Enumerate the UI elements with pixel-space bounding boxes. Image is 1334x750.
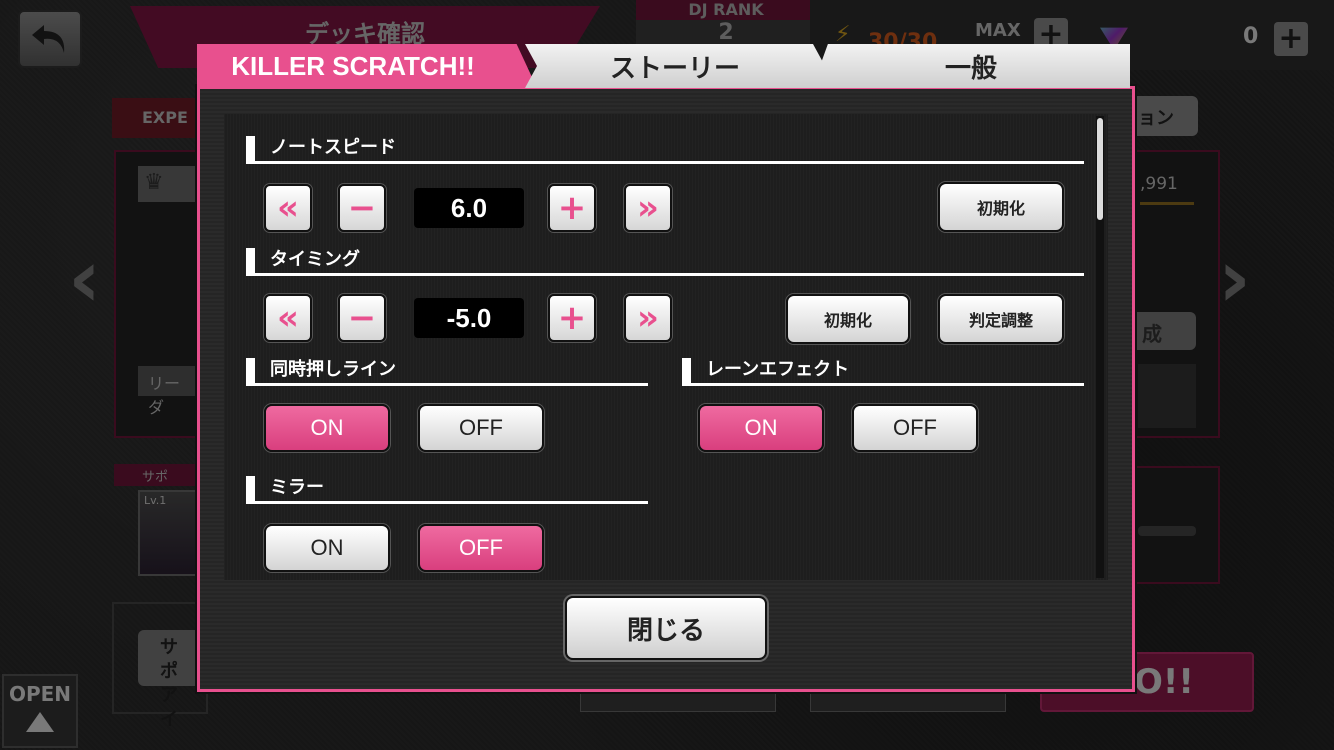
note-speed-heading: ノートスピード	[246, 136, 1084, 164]
note-speed-reset-button[interactable]: 初期化	[938, 182, 1064, 232]
mirror-heading: ミラー	[246, 476, 648, 504]
double-chevron-right-icon: »	[637, 188, 659, 228]
note-speed-value: 6.0	[414, 188, 524, 228]
timing-adjust-button[interactable]: 判定調整	[938, 294, 1064, 344]
plus-icon: +	[557, 298, 587, 338]
mirror-on-button[interactable]: ON	[264, 524, 390, 572]
simultaneous-line-off-button[interactable]: OFF	[418, 404, 544, 452]
tab-general[interactable]: 一般	[812, 44, 1130, 88]
double-chevron-left-icon: «	[277, 188, 299, 228]
tab-story[interactable]: ストーリー	[525, 44, 825, 88]
mirror-off-button[interactable]: OFF	[418, 524, 544, 572]
simultaneous-line-heading: 同時押しライン	[246, 358, 648, 386]
minus-icon: −	[347, 298, 377, 338]
timing-value: -5.0	[414, 298, 524, 338]
settings-content[interactable]: ノートスピード « − 6.0 + » 初期化 タイミング « − -5.0 +…	[224, 114, 1108, 580]
note-speed-decrease-button[interactable]: −	[338, 184, 386, 232]
double-chevron-left-icon: «	[277, 298, 299, 338]
note-speed-decrease-fast-button[interactable]: «	[264, 184, 312, 232]
timing-increase-button[interactable]: +	[548, 294, 596, 342]
tab-killer-scratch[interactable]: KILLER SCRATCH!!	[197, 44, 537, 88]
double-chevron-right-icon: »	[637, 298, 659, 338]
timing-heading: タイミング	[246, 248, 1084, 276]
close-button[interactable]: 閉じる	[565, 596, 767, 660]
simultaneous-line-on-button[interactable]: ON	[264, 404, 390, 452]
timing-reset-button[interactable]: 初期化	[786, 294, 910, 344]
scrollbar-thumb[interactable]	[1097, 118, 1103, 220]
lane-effect-off-button[interactable]: OFF	[852, 404, 978, 452]
lane-effect-heading: レーンエフェクト	[682, 358, 1084, 386]
plus-icon: +	[557, 188, 587, 228]
note-speed-increase-fast-button[interactable]: »	[624, 184, 672, 232]
timing-decrease-button[interactable]: −	[338, 294, 386, 342]
lane-effect-on-button[interactable]: ON	[698, 404, 824, 452]
minus-icon: −	[347, 188, 377, 228]
timing-increase-fast-button[interactable]: »	[624, 294, 672, 342]
note-speed-increase-button[interactable]: +	[548, 184, 596, 232]
timing-decrease-fast-button[interactable]: «	[264, 294, 312, 342]
